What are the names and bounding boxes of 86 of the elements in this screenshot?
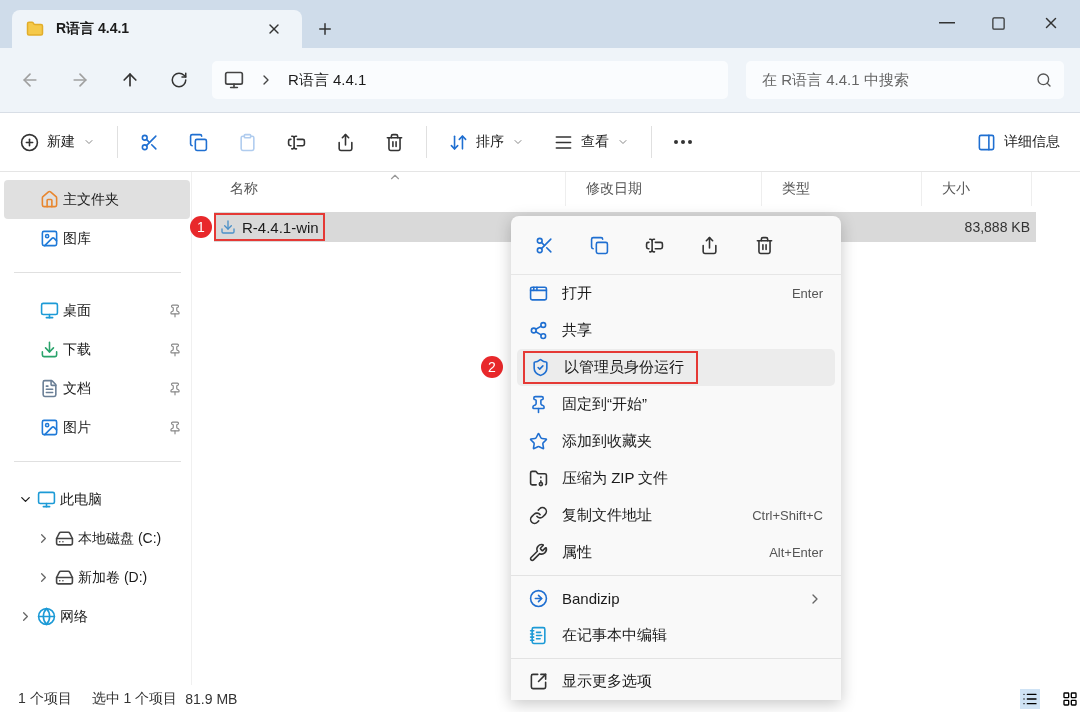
menu-item[interactable]: 复制文件地址 Ctrl+Shift+C [517,497,835,534]
sort-arrows-icon [449,132,468,152]
sidebar-item[interactable]: 主文件夹 [4,180,190,219]
search-icon [1036,72,1052,88]
sidebar-item[interactable]: 文档 [4,369,190,408]
column-header[interactable]: 修改日期 [566,172,762,206]
menu-item[interactable]: 显示更多选项 [517,663,835,700]
notepad-icon [529,626,548,645]
maximize-icon [991,15,1006,31]
network-icon [37,607,56,626]
menu-item[interactable]: 添加到收藏夹 [517,423,835,460]
wrench-icon [529,543,548,562]
sidebar-item[interactable]: 新加卷 (D:) [4,558,190,597]
tab[interactable]: R语言 4.4.1 [12,10,302,48]
menu-item[interactable]: 打开 Enter [517,275,835,312]
window-icon [529,284,548,303]
share-icon [700,235,719,255]
zip-folder-icon [529,469,548,488]
address-bar[interactable]: R语言 4.4.1 [212,61,728,99]
plus-circle-icon [20,132,39,152]
column-header[interactable]: 名称 [210,172,566,206]
view-button[interactable]: 查看 [546,126,637,158]
folder-icon [26,20,44,38]
menu-item[interactable]: 属性 Alt+Enter [517,534,835,571]
selection-count: 选中 1 个项目 [91,689,178,708]
shortcut-text: Enter [791,286,823,301]
picture-icon [40,418,59,437]
document-icon [40,379,59,398]
pc-icon [37,490,56,509]
trash-icon [755,235,774,255]
menu-item[interactable]: 在记事本中编辑 [517,617,835,654]
breadcrumb[interactable]: R语言 4.4.1 [288,70,367,90]
cut-icon [535,235,554,255]
new-button[interactable]: 新建 [12,126,103,158]
installer-icon [220,219,236,235]
monitor-icon [224,70,244,90]
file-name: R-4.4.1-win [214,213,325,241]
menu-item[interactable]: 共享 [517,312,835,349]
sidebar-item[interactable]: 下载 [4,330,190,369]
sidebar-item[interactable]: 此电脑 [4,480,190,519]
gallery-icon [40,229,59,248]
column-header[interactable]: 类型 [762,172,922,206]
star-icon [529,432,548,451]
menu-item[interactable]: 以管理员身份运行 [517,349,835,386]
pin-icon[interactable] [168,381,182,396]
file-size: 83,888 KB [963,218,1031,237]
menu-item[interactable]: Bandizip [517,580,835,617]
pin-icon[interactable] [168,342,182,357]
path-icon [529,506,548,525]
highlight-frame: 以管理员身份运行 [523,351,698,384]
expand-icon [529,672,548,691]
refresh-icon [170,71,188,89]
plus-icon [316,20,334,38]
sidebar-item[interactable]: 桌面 [4,291,190,330]
sidebar-item[interactable]: 图库 [4,219,190,258]
column-header[interactable]: 大小 [922,172,1032,206]
sidebar-item[interactable]: 图片 [4,408,190,447]
pin-icon[interactable] [168,420,182,435]
sidebar-item[interactable]: 网络 [4,597,190,636]
copy-icon [590,235,609,255]
pin-icon [529,395,548,414]
selection-size: 81.9 MB [185,690,238,707]
home-icon [40,190,59,209]
drive-icon [55,568,74,587]
minimize-icon [939,22,955,24]
download-icon [40,340,59,359]
shortcut-text: Alt+Enter [769,545,823,560]
menu-item[interactable]: 压缩为 ZIP 文件 [517,460,835,497]
share-icon [529,321,548,340]
drive-icon [55,529,74,548]
step-number: 2 [481,355,503,378]
shortcut-text: Ctrl+Shift+C [752,508,823,523]
panel-icon [977,132,996,152]
sidebar-item[interactable]: 本地磁盘 (C:) [4,519,190,558]
search-field[interactable]: 在 R语言 4.4.1 中搜索 [746,61,1064,99]
menu-item[interactable]: 固定到“开始” [517,386,835,423]
step-number: 1 [190,216,212,238]
details-view-button[interactable] [1020,688,1040,709]
shield-icon [531,358,550,377]
details-button[interactable]: 详细信息 [969,126,1068,158]
rename-icon [645,235,664,255]
item-count: 1 个项目 [18,689,72,708]
sort-button[interactable]: 排序 [441,126,532,158]
grid-icon [1062,690,1078,707]
pin-icon[interactable] [168,303,182,318]
desktop-icon [40,301,59,320]
